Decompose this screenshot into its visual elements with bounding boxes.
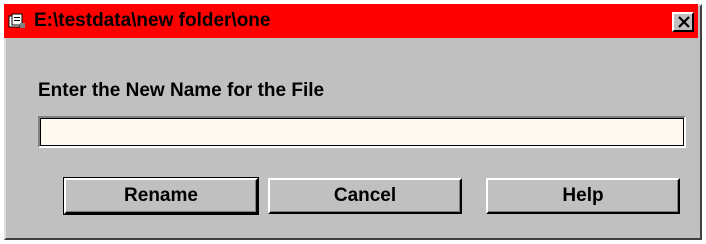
- rename-prompt-label: Enter the New Name for the File: [38, 80, 325, 101]
- close-icon: [678, 16, 690, 28]
- folder-document-icon: [8, 13, 26, 29]
- title-bar[interactable]: E:\testdata\new folder\one: [4, 4, 698, 38]
- close-button[interactable]: [672, 12, 694, 32]
- window-title: E:\testdata\new folder\one: [34, 10, 271, 31]
- help-button[interactable]: Help: [486, 178, 680, 214]
- rename-button[interactable]: Rename: [63, 177, 259, 215]
- new-name-input[interactable]: [38, 116, 686, 148]
- cancel-button[interactable]: Cancel: [268, 178, 462, 214]
